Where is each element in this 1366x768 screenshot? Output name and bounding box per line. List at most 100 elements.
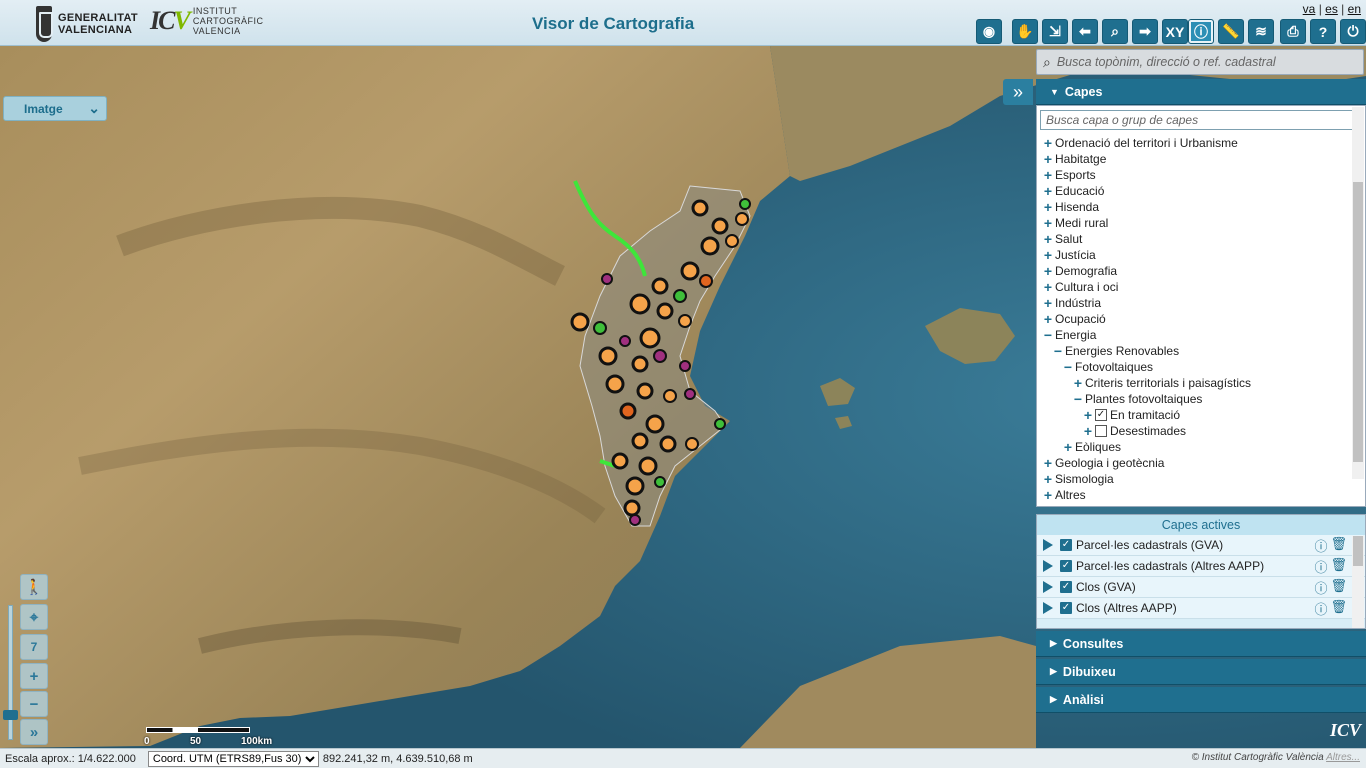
tree-item[interactable]: + Criteris territorials i paisagístics xyxy=(1037,375,1350,391)
locate-me-icon[interactable]: ⌖ xyxy=(20,604,48,630)
layer-tree-scrollbar[interactable] xyxy=(1352,107,1364,479)
lang-va[interactable]: va xyxy=(1303,2,1316,16)
trash-icon[interactable]: 🗑 xyxy=(1330,557,1347,576)
help-icon[interactable]: ? xyxy=(1310,19,1336,44)
generalitat-logo[interactable]: GENERALITAT VALENCIANA xyxy=(36,4,138,44)
info-icon[interactable]: ⓘ xyxy=(1188,19,1214,44)
icv-logo[interactable]: ICV INSTITUT CARTOGRÀFIC VALENCIA xyxy=(150,6,264,36)
active-layers-scrollbar[interactable] xyxy=(1352,536,1364,628)
tree-item[interactable]: + ✓ En tramitació xyxy=(1037,407,1350,423)
tree-item[interactable]: + Eòliques xyxy=(1037,439,1350,455)
active-layer-checkbox[interactable]: ✓ xyxy=(1060,602,1072,614)
back-icon[interactable]: ⬅ xyxy=(1072,19,1098,44)
capes-header[interactable]: ▼ Capes xyxy=(1036,79,1366,105)
active-layer-row[interactable]: ✓ Clos (Altres AAPP) ⓘ 🗑 xyxy=(1037,598,1365,619)
play-icon[interactable] xyxy=(1043,560,1053,572)
expand-map-controls-icon[interactable]: » xyxy=(20,719,48,745)
expand-icon[interactable]: + xyxy=(1043,280,1053,294)
expand-icon[interactable]: + xyxy=(1043,152,1053,166)
crs-select[interactable]: Coord. UTM (ETRS89,Fus 30) xyxy=(147,750,319,767)
layer-search-input[interactable]: Busca capa o grup de capes xyxy=(1040,110,1363,130)
active-layer-checkbox[interactable]: ✓ xyxy=(1060,560,1072,572)
tree-item[interactable]: + Habitatge xyxy=(1037,151,1350,167)
analisi-header[interactable]: ▶ Anàlisi xyxy=(1036,687,1366,713)
tree-item[interactable]: + Desestimades xyxy=(1037,423,1350,439)
layer-checkbox[interactable]: ✓ xyxy=(1095,409,1107,421)
copyright-more-link[interactable]: Altres... xyxy=(1326,752,1360,763)
expand-icon[interactable]: + xyxy=(1083,424,1093,438)
lang-es[interactable]: es xyxy=(1325,2,1338,16)
expand-icon[interactable]: + xyxy=(1043,264,1053,278)
collapse-icon[interactable]: − xyxy=(1053,344,1063,358)
collapse-icon[interactable]: − xyxy=(1043,328,1053,342)
expand-icon[interactable]: + xyxy=(1043,488,1053,502)
expand-icon[interactable]: + xyxy=(1043,248,1053,262)
expand-icon[interactable]: + xyxy=(1043,136,1053,150)
ruler-icon[interactable]: 📏 xyxy=(1218,19,1244,44)
expand-icon[interactable]: + xyxy=(1063,440,1073,454)
scrollbar-thumb[interactable] xyxy=(1353,182,1363,462)
layer-info-icon[interactable]: ⓘ xyxy=(1314,536,1327,555)
tree-item[interactable]: + Esports xyxy=(1037,167,1350,183)
tree-item[interactable]: + Indústria xyxy=(1037,295,1350,311)
zoom-out-button[interactable]: − xyxy=(20,691,48,717)
tree-item[interactable]: + Demografia xyxy=(1037,263,1350,279)
expand-icon[interactable]: + xyxy=(1043,296,1053,310)
active-layer-row[interactable]: ✓ Parcel·les cadastrals (GVA) ⓘ 🗑 xyxy=(1037,535,1365,556)
export-icon[interactable]: ⇲ xyxy=(1042,19,1068,44)
tree-item[interactable]: + Educació xyxy=(1037,183,1350,199)
consultes-header[interactable]: ▶ Consultes xyxy=(1036,631,1366,657)
play-icon[interactable] xyxy=(1043,602,1053,614)
collapse-icon[interactable]: − xyxy=(1073,392,1083,406)
tree-item[interactable]: − Fotovoltaiques xyxy=(1037,359,1350,375)
basemap-selector[interactable]: Imatge ⌄ xyxy=(3,96,107,121)
tree-item[interactable]: − Plantes fotovoltaiques xyxy=(1037,391,1350,407)
eye-icon[interactable]: ◉ xyxy=(976,19,1002,44)
active-layer-checkbox[interactable]: ✓ xyxy=(1060,581,1072,593)
expand-icon[interactable]: + xyxy=(1073,376,1083,390)
tree-item[interactable]: − Energia xyxy=(1037,327,1350,343)
active-layer-checkbox[interactable]: ✓ xyxy=(1060,539,1072,551)
print-icon[interactable]: ⎙ xyxy=(1280,19,1306,44)
expand-icon[interactable]: + xyxy=(1043,200,1053,214)
tree-item[interactable]: − Energies Renovables xyxy=(1037,343,1350,359)
layer-info-icon[interactable]: ⓘ xyxy=(1314,599,1327,618)
play-icon[interactable] xyxy=(1043,581,1053,593)
layer-checkbox[interactable] xyxy=(1095,425,1107,437)
tree-item[interactable]: + Cultura i oci xyxy=(1037,279,1350,295)
tree-item[interactable]: + Sismologia xyxy=(1037,471,1350,487)
expand-icon[interactable]: + xyxy=(1043,472,1053,486)
expand-icon[interactable]: + xyxy=(1083,408,1093,422)
layers-icon[interactable]: ≋ xyxy=(1248,19,1274,44)
tree-item[interactable]: + Ocupació xyxy=(1037,311,1350,327)
expand-icon[interactable]: + xyxy=(1043,232,1053,246)
tree-item[interactable]: + Hisenda xyxy=(1037,199,1350,215)
trash-icon[interactable]: 🗑 xyxy=(1330,578,1347,597)
forward-icon[interactable]: ➡ xyxy=(1132,19,1158,44)
expand-icon[interactable]: + xyxy=(1043,456,1053,470)
dibuixeu-header[interactable]: ▶ Dibuixeu xyxy=(1036,659,1366,685)
zoom-slider-handle[interactable] xyxy=(3,710,18,720)
scrollbar-thumb[interactable] xyxy=(1353,536,1363,566)
tree-item[interactable]: + Geologia i geotècnia xyxy=(1037,455,1350,471)
xy-button[interactable]: XY xyxy=(1162,19,1188,44)
hand-icon[interactable]: ✋ xyxy=(1012,19,1038,44)
street-view-pegman-icon[interactable]: 🚶 xyxy=(20,574,48,600)
tree-item[interactable]: + Ordenació del territori i Urbanisme xyxy=(1037,135,1350,151)
collapse-panel-icon[interactable]: » xyxy=(1003,79,1033,105)
zoom-box-icon[interactable]: ⌕ xyxy=(1102,19,1128,44)
trash-icon[interactable]: 🗑 xyxy=(1330,536,1347,555)
layer-info-icon[interactable]: ⓘ xyxy=(1314,557,1327,576)
lang-en[interactable]: en xyxy=(1348,2,1361,16)
collapse-icon[interactable]: − xyxy=(1063,360,1073,374)
zoom-in-button[interactable]: + xyxy=(20,663,48,689)
tree-item[interactable]: + Salut xyxy=(1037,231,1350,247)
active-layer-row[interactable]: ✓ Parcel·les cadastrals (Altres AAPP) ⓘ 🗑 xyxy=(1037,556,1365,577)
trash-icon[interactable]: 🗑 xyxy=(1330,599,1347,618)
expand-icon[interactable]: + xyxy=(1043,168,1053,182)
expand-icon[interactable]: + xyxy=(1043,184,1053,198)
place-search-input[interactable]: ⌕ Busca topònim, direcció o ref. cadastr… xyxy=(1036,49,1364,75)
expand-icon[interactable]: + xyxy=(1043,216,1053,230)
tree-item[interactable]: + Medi rural xyxy=(1037,215,1350,231)
layer-info-icon[interactable]: ⓘ xyxy=(1314,578,1327,597)
